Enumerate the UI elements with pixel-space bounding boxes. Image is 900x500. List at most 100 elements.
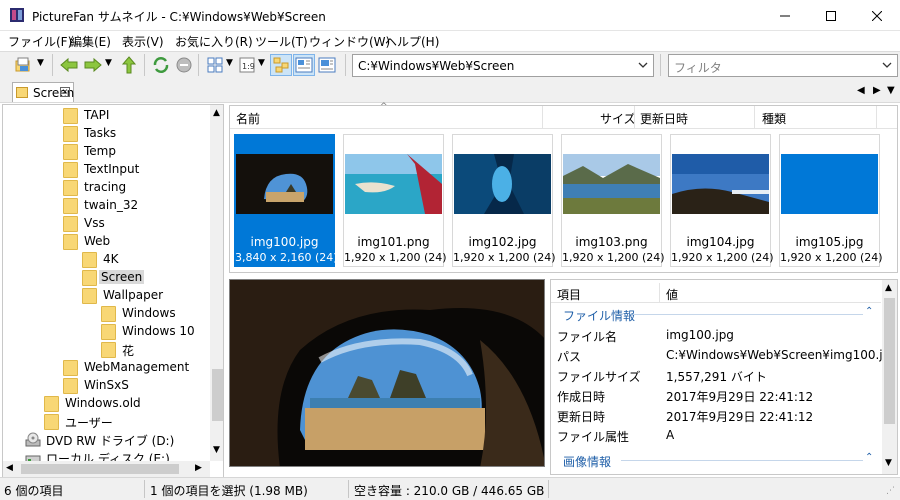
tab-close-icon[interactable]: ×	[60, 87, 70, 97]
maximize-icon[interactable]	[808, 0, 854, 31]
dropdown-icon[interactable]: ▼	[105, 58, 112, 68]
collapse-icon[interactable]: ⌃	[865, 306, 873, 317]
column-type[interactable]: 種類	[762, 110, 786, 127]
preview-icon[interactable]	[318, 56, 336, 74]
column-divider[interactable]	[634, 106, 635, 129]
path-input[interactable]: C:¥Windows¥Web¥Screen	[358, 59, 514, 73]
minimize-icon[interactable]	[762, 0, 808, 31]
thumbnail-item[interactable]: img104.jpg 1,920 x 1,200 (24)	[670, 134, 774, 267]
scrollbar-thumb[interactable]	[21, 464, 179, 474]
close-icon[interactable]	[854, 0, 900, 31]
property-row[interactable]: ファイル属性 A	[551, 425, 881, 445]
column-size[interactable]: サイズ	[600, 110, 636, 127]
sort-icon[interactable]: 1:9	[238, 56, 256, 74]
column-divider[interactable]	[542, 106, 543, 129]
scroll-down-icon[interactable]: ▼	[885, 458, 892, 468]
thumbnail-info: 3,840 x 2,160 (24)	[235, 251, 338, 264]
chevron-down-icon[interactable]	[882, 62, 892, 69]
dropdown-icon[interactable]: ▼	[37, 58, 44, 68]
tree-item-label: TextInput	[84, 162, 140, 176]
folder-icon	[82, 252, 97, 268]
tree-item-label: WebManagement	[84, 360, 190, 374]
status-divider	[548, 480, 549, 498]
menu-window[interactable]: ウィンドウ(W)	[309, 33, 390, 50]
scrollbar-thumb[interactable]	[212, 369, 223, 421]
tab-list-icon[interactable]: ▼	[887, 85, 895, 96]
refresh-icon[interactable]	[152, 56, 170, 74]
tab-scroll-left-icon[interactable]: ◀	[857, 85, 865, 96]
menu-file[interactable]: ファイル(F)	[8, 33, 72, 50]
tab-screen[interactable]: Screen ×	[12, 82, 74, 102]
group-image-info[interactable]: 画像情報 ⌃	[551, 450, 881, 470]
property-row[interactable]: ファイル名 img100.jpg	[551, 325, 881, 345]
folder-icon	[63, 180, 78, 196]
scroll-right-icon[interactable]: ▶	[195, 463, 202, 473]
thumbnail-item-selected[interactable]: img100.jpg 3,840 x 2,160 (24)	[234, 134, 338, 267]
thumbnail-list[interactable]: ^ 名前 サイズ 更新日時 種類 img100.jpg 3,840 x 2,16…	[229, 102, 898, 273]
column-name[interactable]: 名前	[236, 110, 260, 127]
status-bar: 6 個の項目 1 個の項目を選択 (1.98 MB) 空き容量 : 210.0 …	[0, 477, 900, 500]
resize-grip-icon[interactable]: ⋰	[886, 486, 895, 496]
thumbnail-item[interactable]: img102.jpg 1,920 x 1,200 (24)	[452, 134, 556, 267]
menu-tools[interactable]: ツール(T)	[255, 33, 308, 50]
path-combobox[interactable]: C:¥Windows¥Web¥Screen	[352, 54, 654, 77]
properties-panel[interactable]: 項目 値 ファイル情報 ⌃ ファイル名 img100.jpg パス C:¥Windo…	[550, 279, 898, 475]
properties-vertical-scrollbar[interactable]: ▲ ▼	[882, 280, 897, 474]
thumbnail-image	[454, 154, 551, 214]
column-modified[interactable]: 更新日時	[640, 110, 688, 127]
group-label: 画像情報	[563, 455, 612, 469]
scroll-down-icon[interactable]: ▼	[213, 445, 220, 455]
folder-icon	[63, 126, 78, 142]
folder-icon	[63, 216, 78, 232]
thumbnail-item[interactable]: img101.png 1,920 x 1,200 (24)	[343, 134, 447, 267]
column-divider[interactable]	[754, 106, 755, 129]
back-arrow-icon[interactable]	[60, 56, 78, 74]
tree-horizontal-scrollbar[interactable]: ◀ ▶	[3, 461, 210, 477]
scroll-up-icon[interactable]: ▲	[885, 283, 892, 293]
thumbnail-item[interactable]: img105.jpg 1,920 x 1,200 (24)	[779, 134, 883, 267]
scrollbar-thumb[interactable]	[884, 298, 895, 424]
thumbnail-name: img104.jpg	[686, 235, 755, 249]
group-file-info[interactable]: ファイル情報 ⌃	[551, 304, 881, 324]
detail-view-icon[interactable]	[295, 56, 313, 74]
menu-view[interactable]: 表示(V)	[122, 33, 164, 50]
filter-input[interactable]: フィルタ	[674, 59, 722, 76]
property-row[interactable]: パス C:¥Windows¥Web¥Screen¥img100.jpg	[551, 345, 897, 365]
dvd-drive-icon	[25, 432, 41, 447]
column-divider[interactable]	[876, 106, 877, 129]
thumbnail-view-icon[interactable]	[272, 56, 290, 74]
stop-icon[interactable]	[175, 56, 193, 74]
tree-vertical-scrollbar[interactable]: ▲ ▼	[210, 105, 223, 461]
tab-bar	[0, 81, 900, 103]
toolbar-divider	[52, 54, 53, 76]
image-preview[interactable]	[229, 279, 545, 467]
property-row[interactable]: 更新日時 2017年9月29日 22:41:12	[551, 405, 881, 425]
menu-edit[interactable]: 編集(E)	[70, 33, 111, 50]
property-row[interactable]: ファイルサイズ 1,557,291 バイト	[551, 365, 881, 385]
view-mode-icon[interactable]	[206, 56, 224, 74]
scroll-left-icon[interactable]: ◀	[6, 463, 13, 473]
collapse-icon[interactable]: ⌃	[865, 452, 873, 463]
filter-combobox[interactable]: フィルタ	[668, 54, 898, 77]
folder-icon	[101, 342, 116, 358]
menu-help[interactable]: ヘルプ(H)	[385, 33, 439, 50]
title-bar: PictureFan サムネイル - C:¥Windows¥Web¥Screen	[0, 0, 900, 31]
sort-ascending-icon: ^	[380, 102, 388, 112]
dropdown-icon[interactable]: ▼	[258, 58, 265, 68]
scroll-up-icon[interactable]: ▲	[213, 108, 220, 118]
menu-favorites[interactable]: お気に入り(R)	[175, 33, 253, 50]
tab-scroll-right-icon[interactable]: ▶	[873, 85, 881, 96]
forward-arrow-icon[interactable]	[84, 56, 102, 74]
column-divider[interactable]	[659, 283, 660, 303]
thumbnail-item[interactable]: img103.png 1,920 x 1,200 (24)	[561, 134, 665, 267]
folder-tree[interactable]: TAPI Tasks Temp TextInput tracing twain_…	[2, 104, 224, 478]
folder-icon	[44, 414, 59, 430]
properties-header-key: 項目	[557, 288, 582, 302]
property-row[interactable]: 作成日時 2017年9月29日 22:41:12	[551, 385, 881, 405]
chevron-down-icon[interactable]	[638, 62, 648, 69]
preview-image	[230, 280, 544, 466]
folder-icon	[63, 198, 78, 214]
up-arrow-icon[interactable]	[120, 56, 138, 74]
open-folder-icon[interactable]	[14, 56, 32, 74]
dropdown-icon[interactable]: ▼	[226, 58, 233, 68]
